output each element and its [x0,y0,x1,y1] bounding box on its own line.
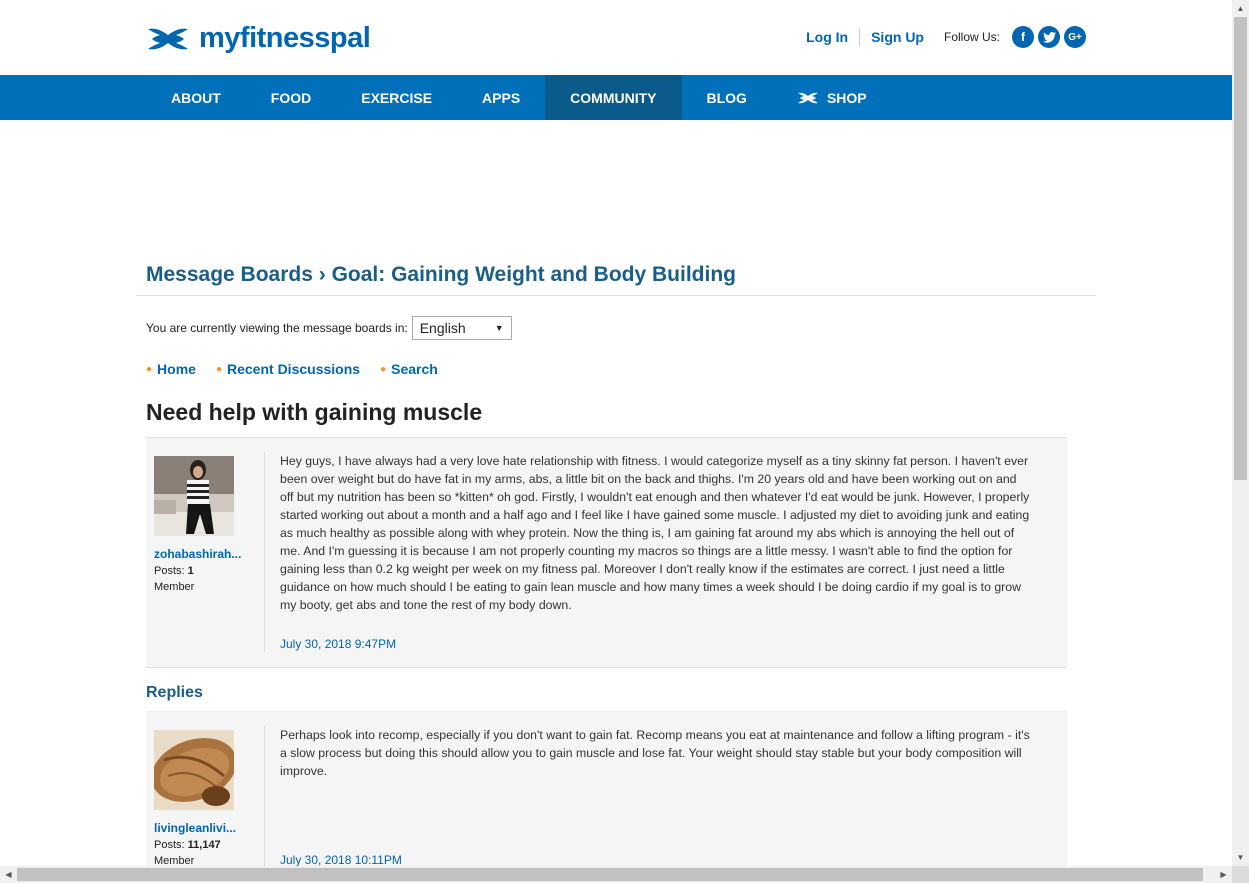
reply-date-link[interactable]: July 30, 2018 10:11PM [280,853,402,866]
dropdown-arrow-icon: ▼ [494,323,504,333]
avatar[interactable] [154,456,234,536]
scroll-down-icon[interactable]: ▼ [1232,849,1249,866]
recent-discussions-link[interactable]: Recent Discussions [227,361,360,377]
scroll-up-icon[interactable]: ▲ [1232,0,1249,17]
original-post: zohabashirah... Posts: 1 Member Hey guys… [146,437,1067,668]
bullet-icon: ● [215,363,222,375]
post-count-label: Posts: [154,839,185,851]
horizontal-scroll-thumb[interactable] [17,868,1203,881]
account-links: Log In Sign Up Follow Us: f G+ [806,26,1086,48]
user-photo [154,456,234,536]
post-date-link[interactable]: July 30, 2018 9:47PM [280,637,396,651]
scroll-right-icon[interactable]: ▶ [1215,866,1232,883]
nav-item-community[interactable]: COMMUNITY [545,75,682,120]
title-divider [136,295,1096,296]
topic-title: Need help with gaining muscle [146,399,483,425]
language-select[interactable]: English ▼ [411,316,512,340]
avatar[interactable] [154,730,234,810]
post-count-label: Posts: [154,565,185,577]
reply-post: livingleanlivi... Posts: 11,147 Member P… [146,711,1067,866]
board-title: Message Boards › Goal: Gaining Weight an… [146,263,736,286]
user-photo [154,730,234,810]
myfitnesspal-logo[interactable]: myfitnesspal [146,22,371,55]
nav-item-exercise[interactable]: EXERCISE [336,75,457,120]
post-count: Posts: 1 [154,565,194,577]
under-armour-icon [148,28,188,49]
language-selected: English [419,320,466,336]
horizontal-scrollbar[interactable]: ◀ ▶ [0,866,1232,883]
language-row: You are currently viewing the message bo… [146,316,512,340]
log-in-link[interactable]: Log In [806,29,848,45]
post-divider [264,726,265,866]
sign-up-link[interactable]: Sign Up [871,29,924,45]
reply-body: Perhaps look into recomp, especially if … [280,728,1030,778]
home-link[interactable]: Home [157,361,196,377]
follow-us-label: Follow Us: [943,30,1000,44]
scroll-left-icon[interactable]: ◀ [0,866,17,883]
link-divider [859,28,861,46]
username-link[interactable]: livingleanlivi... [154,821,236,835]
post-count-value: 1 [187,565,194,577]
post-count: Posts: 11,147 [154,839,221,851]
scrollbar-corner [1232,866,1249,883]
board-links: ● Home ● Recent Discussions ● Search [146,361,458,377]
language-label: You are currently viewing the message bo… [146,321,408,335]
nav-item-food[interactable]: FOOD [246,75,336,120]
post-count-value: 11,147 [187,839,221,851]
twitter-icon[interactable] [1038,26,1060,48]
bullet-icon: ● [380,363,387,375]
nav-item-apps[interactable]: APPS [457,75,545,120]
vertical-scroll-thumb[interactable] [1234,17,1247,480]
vertical-scrollbar[interactable]: ▲ ▼ [1232,0,1249,866]
nav-item-about[interactable]: ABOUT [146,75,246,120]
brand-name: myfitnesspal [199,22,371,54]
nav-item-shop[interactable]: SHOP [772,75,892,120]
post-body: Hey guys, I have always had a very love … [280,454,1030,612]
post-divider [264,452,265,652]
bullet-icon: ● [146,363,153,375]
facebook-icon[interactable]: f [1012,26,1034,48]
username-link[interactable]: zohabashirah... [154,547,241,561]
replies-heading: Replies [146,684,203,701]
main-navigation: ABOUT FOOD EXERCISE APPS COMMUNITY BLOG … [0,75,1232,120]
nav-item-shop-label: SHOP [826,89,867,106]
search-link[interactable]: Search [391,361,438,377]
nav-item-blog[interactable]: BLOG [682,75,772,120]
page-viewport: myfitnesspal Log In Sign Up Follow Us: f… [0,0,1232,866]
user-role: Member [154,581,195,593]
user-role: Member [154,855,195,866]
under-armour-icon [797,92,818,103]
google-plus-icon[interactable]: G+ [1064,26,1086,48]
